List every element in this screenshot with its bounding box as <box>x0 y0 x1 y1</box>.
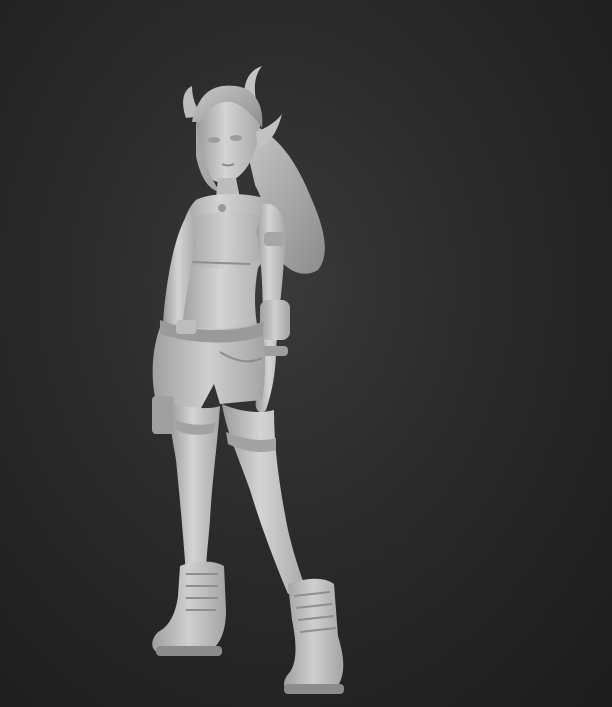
leg-left <box>169 402 220 575</box>
clay-figure-render <box>152 66 344 694</box>
boot-right <box>284 578 344 694</box>
boot-left <box>152 561 226 656</box>
leg-right <box>222 404 306 594</box>
sculpt-viewport <box>0 0 612 707</box>
